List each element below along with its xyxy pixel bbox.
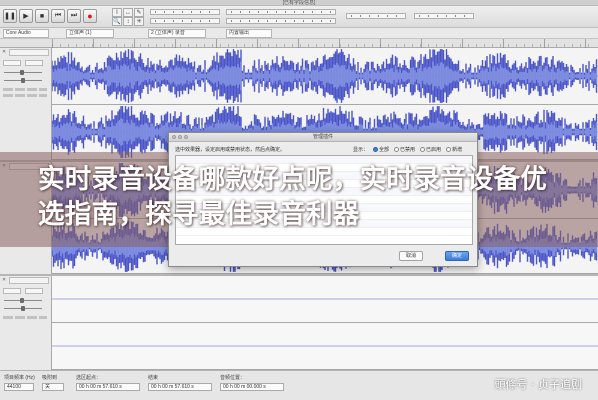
cancel-button[interactable]: 取消 [399, 251, 423, 261]
project-rate-select[interactable]: 44100 [4, 383, 34, 391]
filter-group: 显示： 全部 已禁用 已启用 新增 [353, 146, 462, 153]
selection-start-label: 选区起点： [76, 375, 102, 381]
track-info [3, 94, 47, 97]
filter-all[interactable]: 全部 [373, 146, 389, 153]
timeline-ruler[interactable] [0, 39, 598, 48]
multi-tool-icon: ✳ [136, 19, 142, 25]
headline-text: 实时录音设备哪款好点呢，实时录音设备优选指南，探寻最佳录音利器 [38, 164, 548, 230]
skip-to-end-button[interactable]: ⏭ [67, 9, 81, 23]
record-meter[interactable] [150, 9, 220, 15]
audio-track-3: ✕ [0, 276, 598, 370]
track-info [3, 316, 47, 319]
waveform [52, 298, 598, 300]
track-info [3, 88, 47, 91]
multi-tool[interactable]: ✳ [134, 17, 144, 26]
radio-icon [420, 147, 426, 153]
ok-button[interactable]: 确定 [445, 251, 469, 261]
window-controls [172, 135, 188, 139]
close-track-icon[interactable]: ✕ [2, 50, 7, 55]
edit-toolbar[interactable] [414, 13, 474, 19]
transport-toolbar: ❚❚ ▶ ■ ⏮ ⏭ ● I ↔ ✎ 🔍 ↕ ✳ [0, 6, 598, 28]
track-name-menu[interactable] [9, 49, 49, 56]
skip-start-icon: ⏮ [54, 12, 62, 19]
close-window-icon[interactable] [172, 135, 176, 139]
selection-tool[interactable]: I [112, 8, 122, 17]
play-button[interactable]: ▶ [19, 9, 33, 23]
zoom-icon: 🔍 [113, 19, 121, 25]
waveform [52, 49, 598, 103]
stop-button[interactable]: ■ [35, 9, 49, 23]
snap-to-label: 吸附到 [42, 375, 58, 381]
audio-host-select[interactable]: Core Audio [3, 29, 49, 38]
audio-editor-window: [已有字段信息] ❚❚ ▶ ■ ⏮ ⏭ ● I ↔ ✎ 🔍 ↕ ✳ Core A… [0, 0, 598, 400]
track-name-menu[interactable] [9, 277, 49, 284]
skip-to-start-button[interactable]: ⏮ [51, 9, 65, 23]
play-icon: ▶ [23, 13, 29, 20]
filter-enabled[interactable]: 已启用 [420, 146, 441, 153]
show-label: 显示： [353, 147, 369, 153]
selection-end-field[interactable]: 00 h 00 m 57.610 s [148, 383, 212, 391]
mute-button[interactable] [3, 288, 21, 294]
record-button[interactable]: ● [83, 9, 97, 23]
pause-button[interactable]: ❚❚ [3, 9, 17, 23]
close-track-icon[interactable]: ✕ [2, 278, 7, 283]
waveform [52, 345, 598, 347]
track-control-panel-1: ✕ [0, 48, 52, 160]
timeshift-icon: ↕ [126, 18, 130, 25]
gain-slider[interactable] [4, 70, 42, 75]
pan-slider[interactable] [4, 306, 42, 311]
envelope-tool[interactable]: ↔ [123, 8, 133, 17]
pan-slider[interactable] [4, 78, 42, 83]
radio-icon [373, 147, 379, 153]
watermark: 頭條号 · 贞子追剧 [494, 378, 583, 391]
track-control-panel-3: ✕ [0, 276, 52, 370]
radio-icon [446, 147, 452, 153]
pencil-icon: ✎ [136, 10, 142, 16]
record-level-meter [226, 9, 336, 15]
audio-position-field[interactable]: 00 h 00 m 00.000 s [220, 383, 284, 391]
waveform-channel-left[interactable] [52, 48, 598, 105]
draw-tool[interactable]: ✎ [134, 8, 144, 17]
cursor-icon: I [116, 9, 118, 16]
envelope-icon: ↔ [125, 9, 131, 16]
record-icon: ● [87, 11, 93, 21]
gain-slider[interactable] [4, 298, 42, 303]
solo-button[interactable] [25, 288, 43, 294]
waveform-channel-right[interactable] [52, 323, 598, 370]
zoom-tool[interactable]: 🔍 [112, 17, 122, 26]
selection-start-field[interactable]: 00 h 00 m 57.610 s [76, 383, 140, 391]
solo-button[interactable] [25, 60, 43, 66]
device-toolbar: Core Audio 立体声 (1) 2 (立体声) 录音 内置输出 [0, 28, 598, 39]
stop-icon: ■ [39, 12, 45, 20]
input-device-select[interactable]: 立体声 (1) [66, 29, 114, 38]
snap-to-select[interactable]: 关 [42, 383, 64, 391]
filter-new[interactable]: 新增 [446, 146, 462, 153]
waveform-channel-left[interactable] [52, 276, 598, 323]
input-channels-select[interactable]: 2 (立体声) 录音 [148, 29, 206, 38]
radio-icon [394, 147, 400, 153]
timeshift-tool[interactable]: ↕ [123, 17, 133, 26]
dialog-title: 管理插件 [169, 133, 477, 142]
skip-end-icon: ⏭ [70, 12, 78, 19]
dialog-hint: 选中效果器，设定启用或禁用状态，然后点确定。 [175, 147, 286, 153]
playback-level-meter [226, 18, 336, 24]
selection-end-label: 结束 [148, 375, 159, 381]
pause-icon: ❚❚ [4, 13, 16, 20]
audio-position-label: 音频位置： [220, 375, 246, 381]
output-device-select[interactable]: 内置输出 [226, 29, 272, 38]
mute-button[interactable] [3, 60, 21, 66]
filter-disabled[interactable]: 已禁用 [394, 146, 415, 153]
project-rate-label: 项目频率 (Hz) [4, 375, 35, 381]
minimize-window-icon[interactable] [178, 135, 182, 139]
playback-speed-slider[interactable] [346, 13, 406, 19]
zoom-window-icon[interactable] [184, 135, 188, 139]
playback-meter[interactable] [150, 18, 220, 24]
